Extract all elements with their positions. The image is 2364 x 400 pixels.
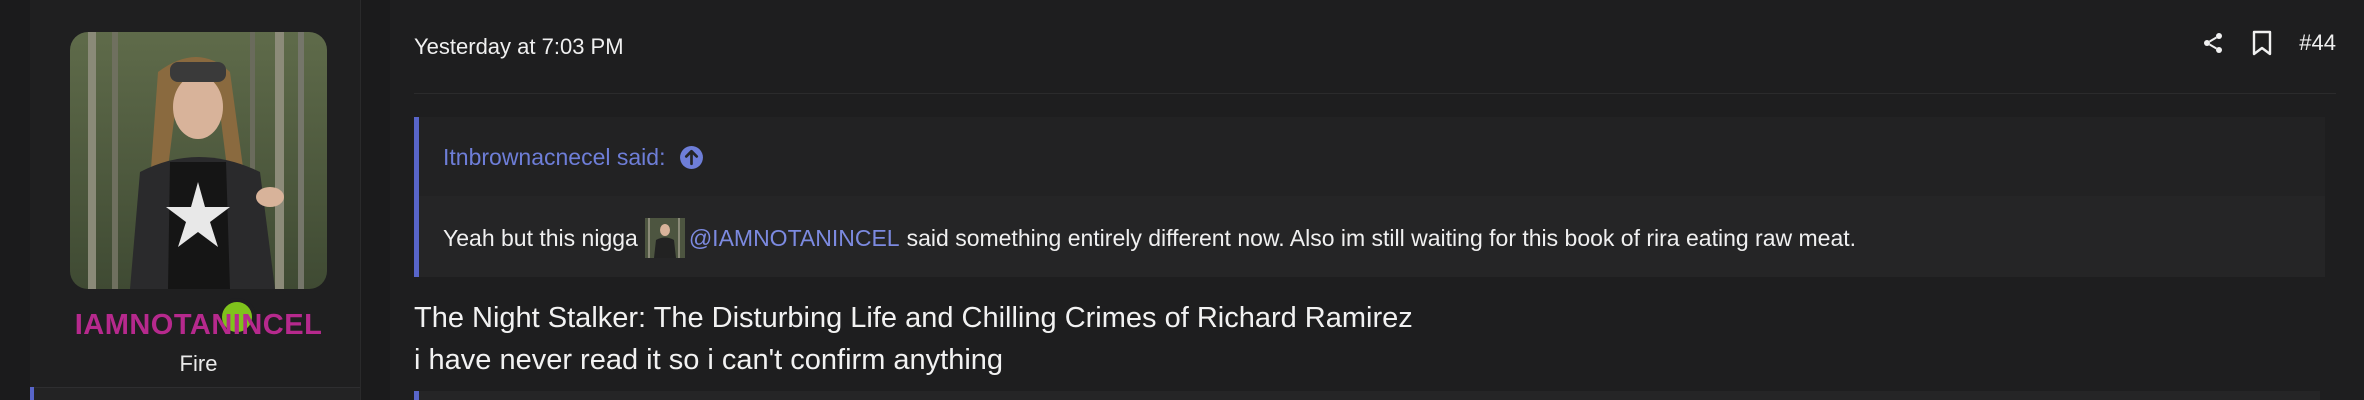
user-mention-link[interactable]: @IAMNOTANINCEL (689, 225, 900, 252)
quote-author-link[interactable]: Itnbrownacnecel said: (443, 144, 704, 171)
post-actions: #44 (2201, 30, 2336, 56)
bookmark-icon (2253, 30, 2272, 56)
user-info-column: IAMNOTANINCEL Fire (30, 0, 361, 400)
next-quote-block (419, 391, 2320, 400)
next-quote-accent (414, 391, 419, 400)
forum-post: IAMNOTANINCEL Fire Yesterday at 7:03 PM (0, 0, 2364, 400)
avatar-image (70, 32, 327, 289)
share-button[interactable] (2201, 31, 2225, 55)
quote-body: Yeah but this nigga @IAMNOTANINCEL said … (443, 218, 1856, 258)
mention-avatar-image (644, 218, 685, 258)
post-body-line: The Night Stalker: The Disturbing Life a… (414, 302, 1413, 334)
header-divider (414, 93, 2336, 94)
quote-author-label: Itnbrownacnecel said: (443, 144, 666, 170)
quote-text-after: said something entirely different now. A… (906, 224, 1857, 251)
username[interactable]: IAMNOTANINCEL (30, 309, 367, 342)
quote-block: Itnbrownacnecel said: Yeah but this nigg… (414, 117, 2325, 277)
share-icon (2204, 33, 2223, 53)
user-extra-info-bar (30, 387, 360, 400)
avatar-container (70, 32, 327, 336)
avatar[interactable] (70, 32, 327, 289)
post-content: Yesterday at 7:03 PM #44 Itnbrownacnecel… (390, 0, 2364, 400)
quote-text-before: Yeah but this nigga (443, 224, 638, 251)
post-number-link[interactable]: #44 (2299, 30, 2336, 56)
post-body-line: i have never read it so i can't confirm … (414, 344, 1004, 376)
post-timestamp[interactable]: Yesterday at 7:03 PM (414, 34, 624, 60)
user-title: Fire (179, 351, 218, 376)
arrow-up-circle-icon[interactable] (679, 145, 704, 170)
quote-header (419, 117, 2325, 196)
post-body: The Night Stalker: The Disturbing Life a… (414, 297, 1413, 381)
bookmark-button[interactable] (2251, 30, 2273, 56)
user-extra-info-accent (30, 387, 34, 400)
mention-avatar (644, 218, 685, 258)
